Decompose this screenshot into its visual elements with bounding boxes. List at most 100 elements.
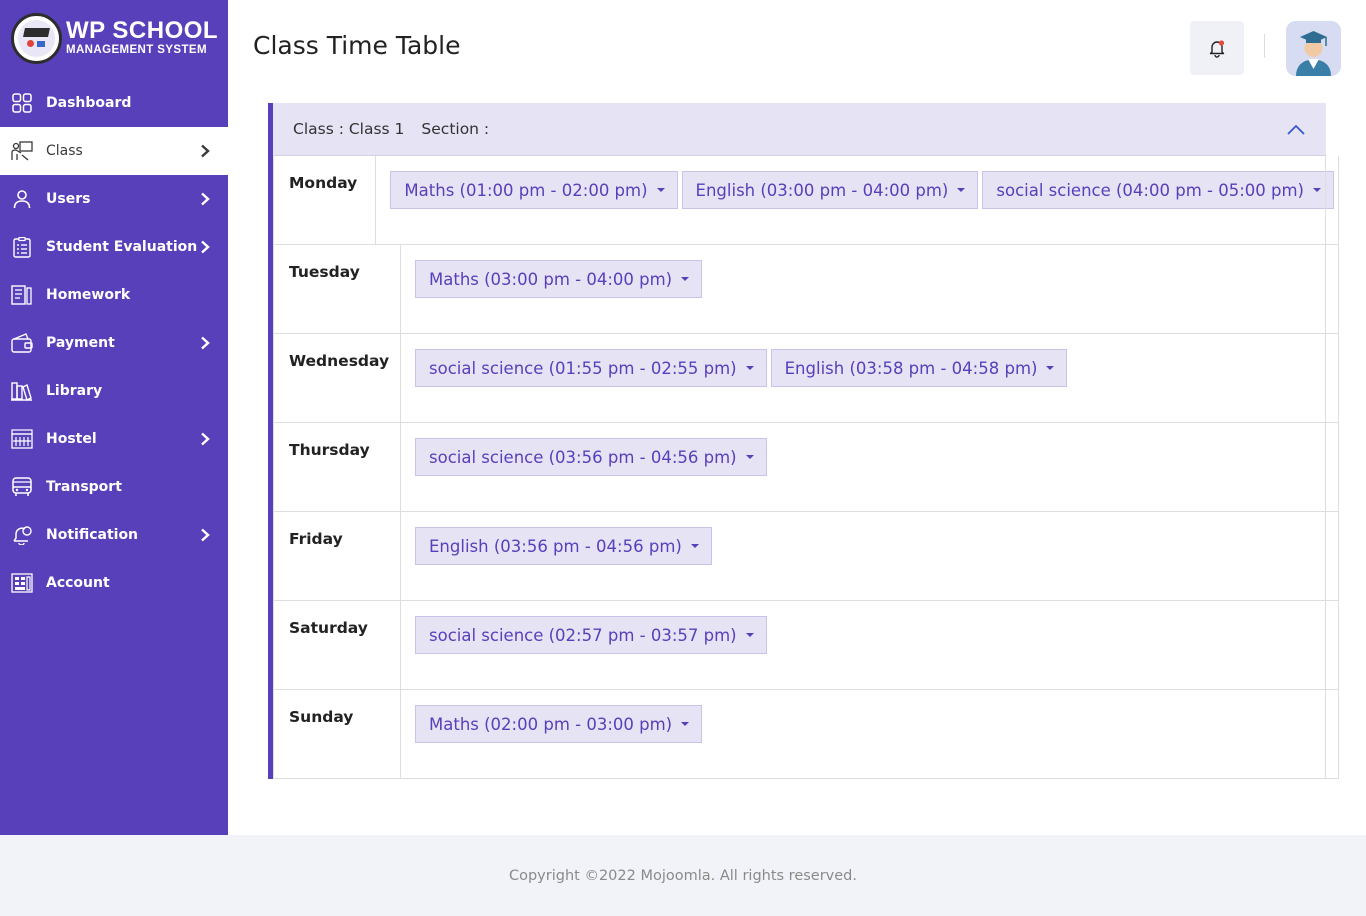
sidebar: WP SCHOOL MANAGEMENT SYSTEM Dashboard Cla… [0,0,228,835]
sidebar-item-account[interactable]: Account [0,559,228,607]
school-logo-icon [11,12,62,64]
slot-list: Maths (03:00 pm - 04:00 pm) [401,245,1338,333]
timetable-row: Saturday social science (02:57 pm - 03:57… [274,601,1338,690]
notification-icon [11,524,33,546]
sidebar-item-label: Notification [46,527,139,543]
brand-subtitle: MANAGEMENT SYSTEM [66,44,207,56]
sidebar-item-class[interactable]: Class [0,127,228,175]
notification-button[interactable] [1190,21,1244,75]
wallet-icon [11,332,33,354]
bus-icon [11,476,33,498]
user-icon [11,188,33,210]
section-label: Section : [421,120,490,138]
slot-label: English (03:56 pm - 04:56 pm) [429,536,682,556]
timetable-row: Tuesday Maths (03:00 pm - 04:00 pm) [274,245,1338,334]
sidebar-item-hostel[interactable]: Hostel [0,415,228,463]
copyright-text: Copyright ©2022 Mojoomla. All rights res… [508,867,857,884]
timetable-row: Monday Maths (01:00 pm - 02:00 pm) English… [274,156,1338,245]
day-label: Tuesday [274,245,401,333]
subject-slot-dropdown[interactable]: English (03:58 pm - 04:58 pm) [770,349,1068,387]
subject-slot-dropdown[interactable]: Maths (02:00 pm - 03:00 pm) [415,705,703,743]
caret-down-icon [745,366,754,370]
bell-icon [1209,40,1225,58]
header-divider [1264,34,1265,58]
slot-label: social science (03:56 pm - 04:56 pm) [429,447,737,467]
sidebar-item-library[interactable]: Library [0,367,228,415]
caret-down-icon [656,188,665,192]
slot-list: social science (02:57 pm - 03:57 pm) [401,601,1338,689]
sidebar-item-label: Dashboard [46,95,132,111]
evaluation-icon [11,236,33,258]
slot-list: English (03:56 pm - 04:56 pm) [401,512,1338,600]
caret-down-icon [745,455,754,459]
timetable-row: Friday English (03:56 pm - 04:56 pm) [274,512,1338,601]
slot-label: English (03:58 pm - 04:58 pm) [784,358,1038,378]
caret-down-icon [681,277,690,281]
subject-slot-dropdown[interactable]: English (03:00 pm - 04:00 pm) [681,171,979,209]
slot-label: Maths (02:00 pm - 03:00 pm) [429,714,673,734]
brand[interactable]: WP SCHOOL MANAGEMENT SYSTEM [0,0,228,76]
footer: Copyright ©2022 Mojoomla. All rights res… [0,835,1366,916]
caret-down-icon [1046,366,1055,370]
day-label: Monday [274,156,377,244]
subject-slot-dropdown[interactable]: social science (02:57 pm - 03:57 pm) [415,616,767,654]
subject-slot-dropdown[interactable]: Maths (01:00 pm - 02:00 pm) [390,171,678,209]
chevron-right-icon [198,191,212,206]
page-title: Class Time Table [253,31,461,60]
slot-list: social science (03:56 pm - 04:56 pm) [401,423,1338,511]
sidebar-item-label: Student Evaluation [46,239,198,255]
sidebar-item-payment[interactable]: Payment [0,319,228,367]
homework-icon [11,284,33,306]
caret-down-icon [690,544,699,548]
chevron-right-icon [198,527,212,542]
sidebar-item-label: Transport [46,479,122,495]
day-label: Saturday [274,601,401,689]
subject-slot-dropdown[interactable]: social science (04:00 pm - 05:00 pm) [982,171,1334,209]
library-icon [11,380,33,402]
slot-list: social science (01:55 pm - 02:55 pm) Engl… [401,334,1338,422]
sidebar-item-label: Hostel [46,431,97,447]
sidebar-item-homework[interactable]: Homework [0,271,228,319]
sidebar-item-transport[interactable]: Transport [0,463,228,511]
sidebar-item-label: Class [46,143,83,159]
day-label: Friday [274,512,401,600]
sidebar-item-label: Users [46,191,91,207]
hostel-icon [11,428,33,450]
sidebar-item-users[interactable]: Users [0,175,228,223]
sidebar-item-label: Payment [46,335,115,351]
sidebar-item-notification[interactable]: Notification [0,511,228,559]
sidebar-item-student-evaluation[interactable]: Student Evaluation [0,223,228,271]
slot-label: Maths (01:00 pm - 02:00 pm) [404,180,648,200]
sidebar-item-label: Homework [46,287,131,303]
avatar[interactable] [1286,21,1341,76]
slot-label: social science (04:00 pm - 05:00 pm) [996,180,1304,200]
brand-title: WP SCHOOL [66,17,219,44]
chevron-up-icon[interactable] [1286,123,1306,137]
caret-down-icon [957,188,966,192]
sidebar-item-label: Library [46,383,103,399]
timetable-row: Wednesday social science (01:55 pm - 02:5… [274,334,1338,423]
slot-label: social science (02:57 pm - 03:57 pm) [429,625,737,645]
slot-label: English (03:00 pm - 04:00 pm) [695,180,949,200]
slot-label: social science (01:55 pm - 02:55 pm) [429,358,737,378]
timetable: Monday Maths (01:00 pm - 02:00 pm) English… [273,156,1339,779]
day-label: Sunday [274,690,401,778]
slot-list: Maths (02:00 pm - 03:00 pm) [401,690,1338,778]
subject-slot-dropdown[interactable]: English (03:56 pm - 04:56 pm) [415,527,712,565]
subject-slot-dropdown[interactable]: social science (03:56 pm - 04:56 pm) [415,438,767,476]
subject-slot-dropdown[interactable]: social science (01:55 pm - 02:55 pm) [415,349,767,387]
caret-down-icon [745,633,754,637]
account-icon [11,572,33,594]
graduate-avatar-icon [1286,21,1341,76]
sidebar-menu: Dashboard Class Users Student Evaluation Hom… [0,79,228,607]
slot-label: Maths (03:00 pm - 04:00 pm) [429,269,673,289]
day-label: Wednesday [274,334,401,422]
chevron-right-icon [198,431,212,446]
card-header[interactable]: Class : Class 1 Section : [273,103,1326,156]
sidebar-item-dashboard[interactable]: Dashboard [0,79,228,127]
subject-slot-dropdown[interactable]: Maths (03:00 pm - 04:00 pm) [415,260,703,298]
class-label: Class : Class 1 [293,120,405,138]
timetable-row: Sunday Maths (02:00 pm - 03:00 pm) [274,690,1338,778]
dashboard-icon [11,92,33,114]
chevron-right-icon [198,335,212,350]
